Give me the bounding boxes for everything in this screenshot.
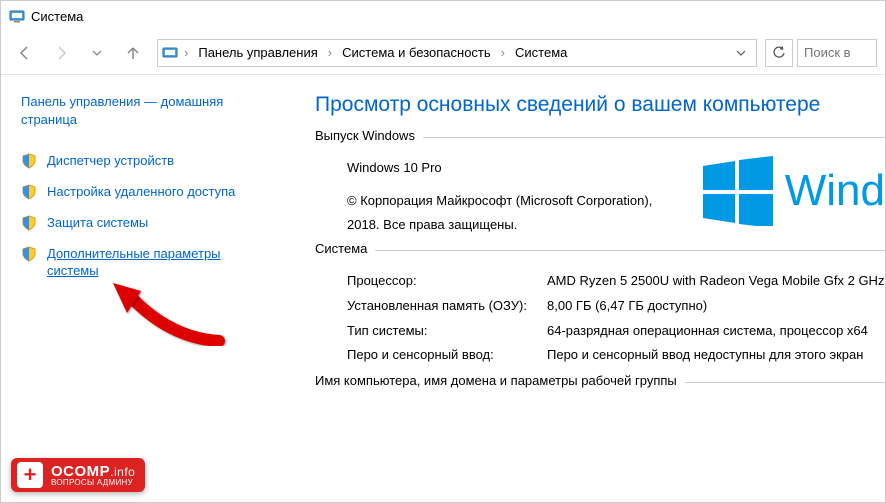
up-button[interactable] (117, 39, 149, 67)
chevron-right-icon[interactable]: › (324, 45, 336, 60)
control-panel-home-link[interactable]: Панель управления — домашняя страница (21, 93, 271, 129)
edition-name: Windows 10 Pro (347, 156, 683, 179)
window-title: Система (31, 9, 83, 24)
group-legend: Выпуск Windows (315, 128, 423, 143)
titlebar: Система (1, 1, 885, 31)
sidebar-item-advanced-settings[interactable]: Дополнительные параметры системы (21, 246, 271, 280)
sidebar-item-label: Настройка удаленного доступа (47, 184, 235, 201)
sidebar-item-label: Дополнительные параметры системы (47, 246, 271, 280)
navbar: › Панель управления › Система и безопасн… (1, 31, 885, 75)
crumb-system[interactable]: Система (511, 45, 571, 60)
row-processor: Процессор: AMD Ryzen 5 2500U with Radeon… (347, 269, 885, 294)
group-windows-edition: Выпуск Windows Windows 10 Pro © Корпорац… (315, 137, 885, 246)
group-system: Система Процессор: AMD Ryzen 5 2500U wit… (315, 250, 885, 378)
copyright-text: © Корпорация Майкрософт (Microsoft Corpo… (347, 189, 683, 236)
recent-button[interactable] (81, 39, 113, 67)
shield-icon (21, 153, 37, 169)
forward-button[interactable] (45, 39, 77, 67)
sidebar-item-remote-settings[interactable]: Настройка удаленного доступа (21, 184, 271, 201)
sidebar-item-label: Защита системы (47, 215, 148, 232)
crumb-security[interactable]: Система и безопасность (338, 45, 495, 60)
shield-icon (21, 246, 37, 262)
system-icon (9, 8, 25, 24)
sidebar: Панель управления — домашняя страница Ди… (1, 75, 291, 502)
refresh-button[interactable] (765, 39, 793, 67)
group-legend: Система (315, 241, 375, 256)
label: Тип системы: (347, 319, 547, 344)
row-ram: Установленная память (ОЗУ): 8,00 ГБ (6,4… (347, 294, 885, 319)
windows-logo-icon (703, 156, 773, 226)
page-title: Просмотр основных сведений о вашем компь… (315, 93, 885, 117)
content: Панель управления — домашняя страница Ди… (1, 75, 885, 502)
main-panel: Просмотр основных сведений о вашем компь… (291, 75, 885, 502)
group-computer-name: Имя компьютера, имя домена и параметры р… (315, 382, 885, 391)
crumb-control-panel[interactable]: Панель управления (194, 45, 321, 60)
chevron-right-icon[interactable]: › (497, 45, 509, 60)
badge-domain: .info (110, 465, 135, 479)
label: Процессор: (347, 269, 547, 294)
shield-icon (21, 184, 37, 200)
chevron-right-icon[interactable]: › (180, 45, 192, 60)
back-button[interactable] (9, 39, 41, 67)
value: 64-разрядная операционная система, проце… (547, 319, 885, 344)
value: Перо и сенсорный ввод недоступны для это… (547, 343, 885, 368)
shield-icon (21, 215, 37, 231)
label: Перо и сенсорный ввод: (347, 343, 547, 368)
sidebar-item-device-manager[interactable]: Диспетчер устройств (21, 153, 271, 170)
address-dropdown[interactable] (730, 48, 752, 58)
breadcrumb[interactable]: › Панель управления › Система и безопасн… (157, 39, 757, 67)
plus-icon: + (17, 462, 43, 488)
search-input[interactable] (797, 39, 877, 67)
label: Установленная память (ОЗУ): (347, 294, 547, 319)
windows-brand-text: Wind (785, 166, 885, 216)
badge-subtitle: ВОПРОСЫ АДМИНУ (51, 478, 135, 487)
row-system-type: Тип системы: 64-разрядная операционная с… (347, 319, 885, 344)
system-icon (162, 45, 178, 61)
windows-logo: Wind (703, 156, 885, 226)
sidebar-item-label: Диспетчер устройств (47, 153, 174, 170)
watermark-badge: + OCOMP.info ВОПРОСЫ АДМИНУ (11, 458, 145, 492)
group-legend: Имя компьютера, имя домена и параметры р… (315, 373, 685, 388)
value: AMD Ryzen 5 2500U with Radeon Vega Mobil… (547, 269, 885, 294)
value: 8,00 ГБ (6,47 ГБ доступно) (547, 294, 885, 319)
row-pen-touch: Перо и сенсорный ввод: Перо и сенсорный … (347, 343, 885, 368)
sidebar-item-system-protection[interactable]: Защита системы (21, 215, 271, 232)
